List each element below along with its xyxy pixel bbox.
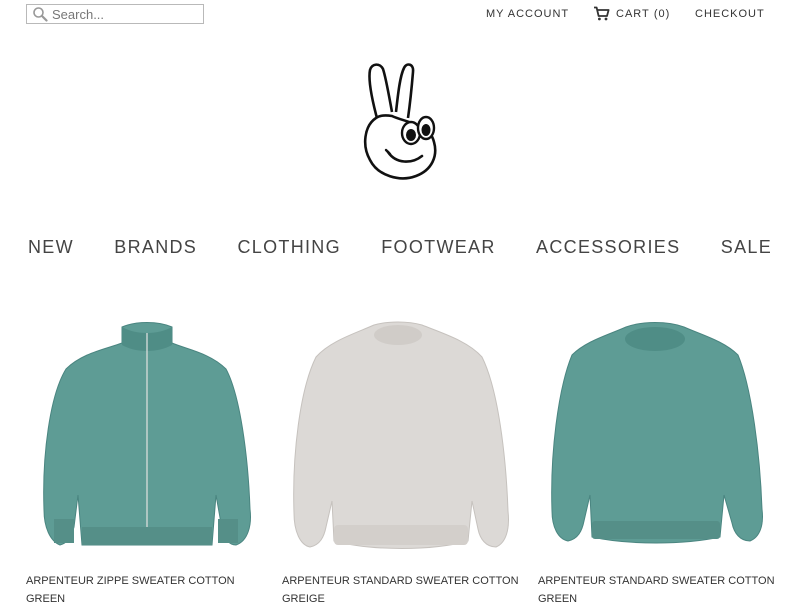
nav-item-brands[interactable]: BRANDS <box>114 237 197 261</box>
product-title[interactable]: ARPENTEUR ZIPPE SWEATER COTTON GREEN <box>26 572 266 608</box>
product-card[interactable]: ARPENTEUR STANDARD SWEATER COTTON GREIGE <box>282 305 522 605</box>
nav-item-clothing[interactable]: CLOTHING <box>237 237 340 261</box>
peace-hand-smiley-logo-icon <box>363 63 437 180</box>
greige-crew-sweater-icon <box>293 321 509 549</box>
product-card[interactable]: ARPENTEUR STANDARD SWEATER COTTON GREEN <box>538 305 778 605</box>
nav-item-sale[interactable]: SALE <box>721 237 772 261</box>
cart-link[interactable]: CART (0) <box>593 6 670 21</box>
nav-item-footwear[interactable]: FOOTWEAR <box>381 237 495 261</box>
search-input[interactable] <box>52 6 192 22</box>
nav-item-accessories[interactable]: ACCESSORIES <box>536 237 680 261</box>
product-card[interactable]: ARPENTEUR ZIPPE SWEATER COTTON GREEN <box>26 305 266 605</box>
search-icon <box>33 7 48 22</box>
cart-icon <box>594 6 610 21</box>
product-image[interactable] <box>538 305 778 560</box>
product-title[interactable]: ARPENTEUR STANDARD SWEATER COTTON GREEN <box>538 572 778 608</box>
main-nav: NEW BRANDS CLOTHING FOOTWEAR ACCESSORIES… <box>28 237 772 261</box>
search-box[interactable] <box>26 4 204 24</box>
product-image[interactable] <box>26 305 266 560</box>
product-title[interactable]: ARPENTEUR STANDARD SWEATER COTTON GREIGE <box>282 572 522 608</box>
nav-item-new[interactable]: NEW <box>28 237 74 261</box>
product-image[interactable] <box>282 305 522 560</box>
green-crew-sweater-icon <box>551 322 763 544</box>
store-logo[interactable] <box>356 60 444 184</box>
checkout-link[interactable]: CHECKOUT <box>695 8 765 20</box>
my-account-link[interactable]: MY ACCOUNT <box>486 8 569 20</box>
cart-count: (0) <box>653 7 671 20</box>
green-zip-sweater-icon <box>43 322 251 546</box>
cart-label: CART <box>616 7 650 20</box>
